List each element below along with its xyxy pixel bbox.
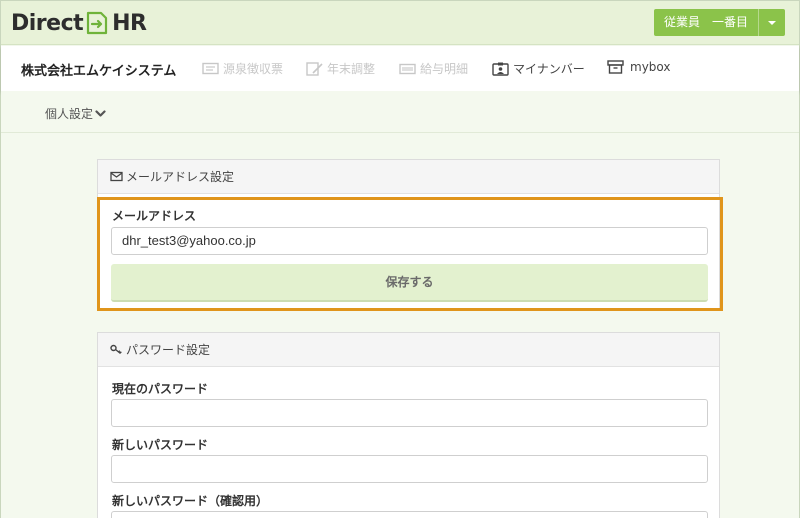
user-menu: 従業員 一番目 [653, 9, 785, 36]
company-name: 株式会社エムケイシステム [21, 64, 177, 79]
envelope-icon [110, 171, 123, 182]
top-bar: Direct HR 従業員 一番目 [1, 1, 799, 45]
save-email-button[interactable]: 保存する [111, 264, 708, 302]
sub-navbar: 個人設定 [1, 91, 799, 133]
user-dropdown-toggle[interactable] [759, 9, 785, 36]
password-panel-title: パスワード設定 [126, 343, 211, 357]
key-icon [110, 344, 122, 355]
current-password-label: 現在のパスワード [112, 382, 209, 396]
nav-label-payslip: 給与明細 [420, 62, 469, 76]
nav-label-mybox: mybox [630, 60, 671, 74]
payslip-icon [399, 63, 416, 74]
nav-item-payslip[interactable]: 給与明細 [399, 60, 468, 77]
new-password-label: 新しいパスワード [112, 438, 209, 452]
receipt-icon [202, 62, 219, 75]
email-panel-header: メールアドレス設定 [98, 160, 719, 194]
personal-settings-label: 個人設定 [45, 107, 94, 121]
edit-doc-icon [306, 61, 323, 76]
email-input[interactable]: dhr_test3@yahoo.co.jp [111, 227, 708, 255]
nav-label-withholding: 源泉徴収票 [223, 62, 284, 76]
nav-label-mynumber: マイナンバー [513, 62, 585, 76]
box-icon [607, 60, 624, 74]
user-name-button[interactable]: 従業員 一番目 [653, 9, 759, 36]
nav-item-withholding[interactable]: 源泉徴収票 [202, 60, 283, 77]
confirm-password-input[interactable] [111, 511, 708, 518]
nav-label-year-end: 年末調整 [327, 62, 376, 76]
nav-item-mybox[interactable]: mybox [607, 60, 670, 74]
email-field-label: メールアドレス [112, 209, 197, 223]
password-settings-panel: パスワード設定 現在のパスワード 新しいパスワード 新しいパスワード（確認用） [97, 332, 720, 518]
email-panel-title: メールアドレス設定 [126, 170, 235, 184]
caret-down-icon [768, 20, 776, 25]
confirm-password-label: 新しいパスワード（確認用） [112, 494, 269, 508]
id-card-icon [492, 62, 509, 76]
nav-item-mynumber[interactable]: マイナンバー [492, 60, 585, 77]
password-panel-header: パスワード設定 [98, 333, 719, 367]
chevron-down-icon [95, 109, 106, 117]
logo-text-hr: HR [112, 10, 147, 36]
new-password-input[interactable] [111, 455, 708, 483]
nav-item-year-end[interactable]: 年末調整 [306, 60, 375, 77]
logo-mark-icon [87, 11, 108, 35]
logo-text-direct: Direct [11, 10, 84, 36]
current-password-input[interactable] [111, 399, 708, 427]
app-logo[interactable]: Direct HR [11, 8, 147, 38]
personal-settings-dropdown[interactable]: 個人設定 [45, 105, 106, 122]
main-navbar: 株式会社エムケイシステム 源泉徴収票 年末調整 給与明細 マイナンバー mybo… [1, 46, 799, 91]
email-settings-panel: メールアドレス設定 メールアドレス dhr_test3@yahoo.co.jp … [97, 159, 720, 311]
